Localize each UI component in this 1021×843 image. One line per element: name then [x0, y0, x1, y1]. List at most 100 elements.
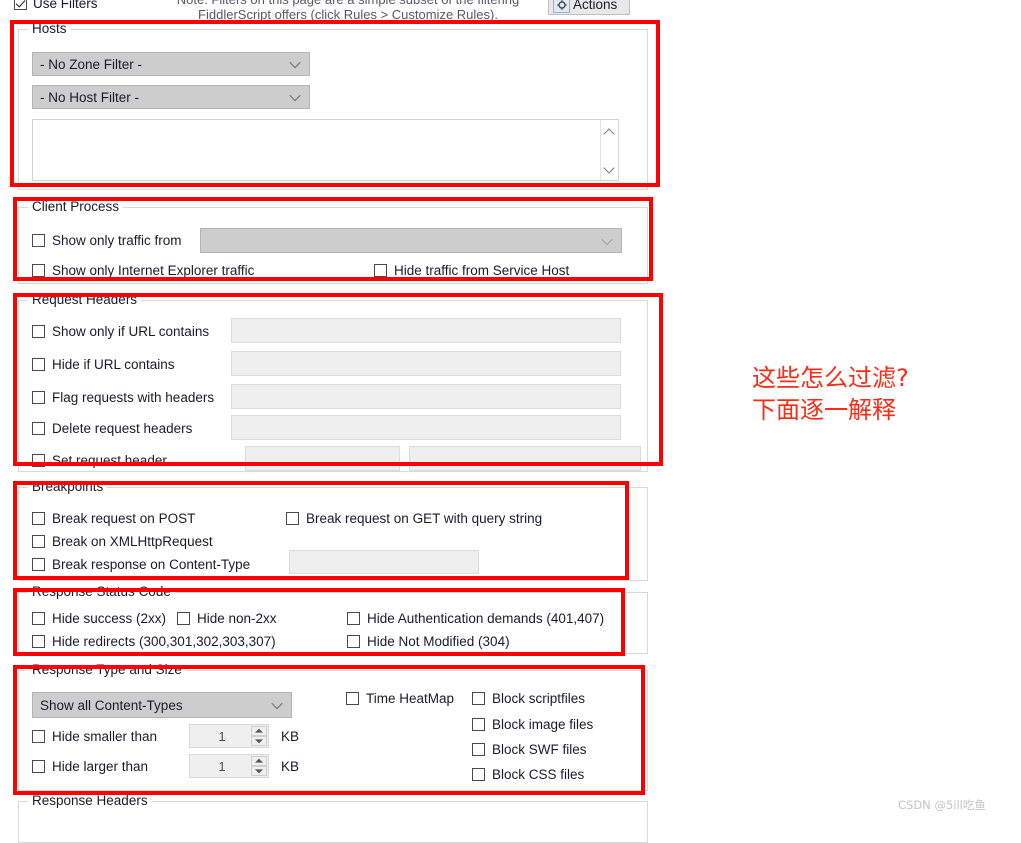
break-on-xhr-row[interactable]: Break on XMLHttpRequest — [32, 534, 213, 549]
set-request-header-value-input[interactable] — [409, 446, 641, 471]
block-css-files-label: Block CSS files — [492, 767, 585, 782]
show-only-traffic-from-row[interactable]: Show only traffic from — [32, 233, 182, 248]
hide-non-2xx-checkbox[interactable] — [177, 612, 190, 625]
hide-service-host-row[interactable]: Hide traffic from Service Host — [374, 263, 569, 278]
block-image-files-label: Block image files — [492, 717, 594, 732]
hide-service-host-checkbox[interactable] — [374, 264, 387, 277]
set-request-header-name-input[interactable] — [245, 446, 400, 471]
breakpoints-legend: Breakpoints — [28, 479, 108, 494]
show-only-url-contains-input[interactable] — [231, 318, 621, 343]
block-css-files-checkbox[interactable] — [472, 768, 485, 781]
show-only-ie-checkbox[interactable] — [32, 264, 45, 277]
hide-service-host-label: Hide traffic from Service Host — [394, 263, 570, 278]
hide-if-url-contains-checkbox[interactable] — [32, 358, 45, 371]
hide-success-checkbox[interactable] — [32, 612, 45, 625]
hosts-group: Hosts - No Zone Filter - - No Host Filte… — [18, 21, 648, 190]
show-only-ie-row[interactable]: Show only Internet Explorer traffic — [32, 263, 254, 278]
break-request-on-get-checkbox[interactable] — [286, 512, 299, 525]
hide-smaller-than-spin-buttons[interactable] — [251, 726, 267, 746]
hide-success-label: Hide success (2xx) — [52, 611, 167, 626]
host-filter-combo[interactable]: - No Host Filter - — [32, 85, 310, 109]
show-only-url-contains-label: Show only if URL contains — [52, 324, 210, 339]
hide-non-2xx-row[interactable]: Hide non-2xx — [177, 611, 277, 626]
hide-not-modified-row[interactable]: Hide Not Modified (304) — [347, 634, 510, 649]
hide-auth-demands-label: Hide Authentication demands (401,407) — [367, 611, 605, 626]
hide-auth-demands-checkbox[interactable] — [347, 612, 360, 625]
scroll-up-icon[interactable] — [605, 127, 614, 136]
break-on-xhr-label: Break on XMLHttpRequest — [52, 534, 213, 549]
block-image-files-checkbox[interactable] — [472, 718, 485, 731]
actions-button[interactable]: Actions — [548, 0, 630, 15]
hide-if-url-contains-input[interactable] — [231, 351, 621, 376]
block-image-files-row[interactable]: Block image files — [472, 717, 593, 732]
hide-larger-than-row[interactable]: Hide larger than — [32, 759, 148, 774]
actions-label: Actions — [573, 0, 618, 12]
break-response-on-content-type-checkbox[interactable] — [32, 558, 45, 571]
block-swf-files-row[interactable]: Block SWF files — [472, 742, 587, 757]
chevron-down-icon — [603, 235, 612, 244]
block-css-files-row[interactable]: Block CSS files — [472, 767, 584, 782]
flag-requests-with-headers-input[interactable] — [231, 384, 621, 409]
flag-requests-with-headers-row[interactable]: Flag requests with headers — [32, 390, 214, 405]
use-filters-checkbox-row[interactable]: Use Filters — [14, 0, 98, 11]
break-request-on-get-row[interactable]: Break request on GET with query string — [286, 511, 542, 526]
block-swf-files-label: Block SWF files — [492, 742, 587, 757]
flag-requests-with-headers-label: Flag requests with headers — [52, 390, 215, 405]
hide-if-url-contains-label: Hide if URL contains — [52, 357, 175, 372]
csdn-watermark: CSDN @5ill吃鱼 — [898, 798, 986, 812]
host-list-scrollbar[interactable] — [600, 120, 618, 180]
show-only-url-contains-checkbox[interactable] — [32, 325, 45, 338]
client-process-combo[interactable] — [200, 228, 622, 253]
host-filter-value: - No Host Filter - — [40, 89, 140, 105]
spin-up-icon[interactable] — [251, 726, 267, 736]
hide-larger-than-checkbox[interactable] — [32, 760, 45, 773]
hide-success-row[interactable]: Hide success (2xx) — [32, 611, 166, 626]
spin-down-icon[interactable] — [251, 736, 267, 746]
show-only-traffic-from-checkbox[interactable] — [32, 234, 45, 247]
response-status-code-group: Response Status Code Hide success (2xx) … — [18, 584, 648, 654]
set-request-header-checkbox[interactable] — [32, 454, 45, 467]
delete-request-headers-row[interactable]: Delete request headers — [32, 421, 192, 436]
hide-if-url-contains-row[interactable]: Hide if URL contains — [32, 357, 175, 372]
client-process-group: Client Process Show only traffic from Sh… — [18, 199, 648, 284]
hide-auth-demands-row[interactable]: Hide Authentication demands (401,407) — [347, 611, 604, 626]
zone-filter-combo[interactable]: - No Zone Filter - — [32, 52, 310, 76]
use-filters-checkbox[interactable] — [14, 0, 27, 10]
host-list-textarea[interactable] — [32, 119, 619, 181]
hide-smaller-than-checkbox[interactable] — [32, 730, 45, 743]
hide-smaller-than-unit: KB — [281, 729, 300, 744]
content-types-combo[interactable]: Show all Content-Types — [32, 692, 292, 718]
chinese-annotation-text: 这些怎么过滤? 下面逐一解释 — [752, 364, 909, 424]
break-request-on-post-checkbox[interactable] — [32, 512, 45, 525]
time-heatmap-row[interactable]: Time HeatMap — [346, 691, 454, 706]
time-heatmap-label: Time HeatMap — [366, 691, 455, 706]
block-script-files-checkbox[interactable] — [472, 692, 485, 705]
set-request-header-row[interactable]: Set request header — [32, 453, 167, 468]
hide-redirects-checkbox[interactable] — [32, 635, 45, 648]
time-heatmap-checkbox[interactable] — [346, 692, 359, 705]
show-only-url-contains-row[interactable]: Show only if URL contains — [32, 324, 209, 339]
hide-not-modified-checkbox[interactable] — [347, 635, 360, 648]
block-script-files-row[interactable]: Block scriptfiles — [472, 691, 585, 706]
hide-redirects-row[interactable]: Hide redirects (300,301,302,303,307) — [32, 634, 276, 649]
spin-up-icon[interactable] — [251, 756, 267, 766]
chevron-down-icon — [291, 59, 300, 68]
break-response-on-content-type-row[interactable]: Break response on Content-Type — [32, 557, 250, 572]
break-content-type-input[interactable] — [289, 550, 479, 574]
set-request-header-label: Set request header — [52, 453, 167, 468]
break-on-xhr-checkbox[interactable] — [32, 535, 45, 548]
flag-requests-with-headers-checkbox[interactable] — [32, 391, 45, 404]
delete-request-headers-input[interactable] — [231, 415, 621, 440]
spin-down-icon[interactable] — [251, 766, 267, 776]
hide-smaller-than-stepper[interactable]: 1 — [189, 724, 269, 748]
delete-request-headers-checkbox[interactable] — [32, 422, 45, 435]
hide-smaller-than-row[interactable]: Hide smaller than — [32, 729, 157, 744]
block-swf-files-checkbox[interactable] — [472, 743, 485, 756]
hide-non-2xx-label: Hide non-2xx — [197, 611, 277, 626]
request-headers-legend: Request Headers — [28, 292, 142, 307]
filters-note-text: Note: Filters on this page are a simple … — [177, 0, 520, 22]
hide-larger-than-spin-buttons[interactable] — [251, 756, 267, 776]
scroll-down-icon[interactable] — [605, 164, 614, 173]
hide-larger-than-stepper[interactable]: 1 — [189, 754, 269, 778]
break-request-on-post-row[interactable]: Break request on POST — [32, 511, 195, 526]
